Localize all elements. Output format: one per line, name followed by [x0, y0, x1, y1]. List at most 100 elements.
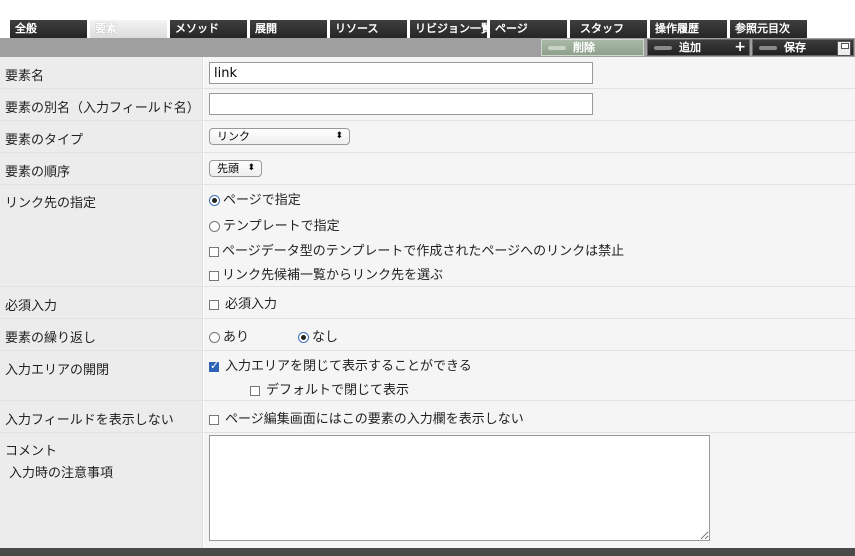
comment-textarea[interactable]: [209, 435, 710, 541]
add-label: 追加: [679, 41, 701, 54]
select-arrows-icon: ⬍: [247, 163, 255, 173]
row-required: 必須入力 必須入力: [0, 287, 855, 319]
radio-page[interactable]: ページで指定: [209, 189, 301, 208]
checkbox-hide-field[interactable]: ページ編集画面にはこの要素の入力欄を表示しない: [209, 408, 524, 427]
row-element-order: 要素の順序 先頭 ⬍: [0, 153, 855, 185]
radio-repeat-yes[interactable]: あり: [209, 326, 250, 345]
row-value: [204, 89, 855, 120]
row-value: リンク ⬍: [204, 121, 855, 152]
row-link-target: リンク先の指定 ページで指定 テンプレートで指定 ページデータ型のテンプレートで…: [0, 185, 855, 287]
select-arrows-icon: ⬍: [335, 131, 343, 141]
checkbox-icon: [209, 299, 219, 310]
checkbox-checked-icon: [209, 359, 219, 372]
row-label: コメント 入力時の注意事項: [0, 433, 203, 548]
tab-elements-label: 要素: [95, 22, 117, 35]
tab-expand[interactable]: 展開: [250, 20, 328, 38]
checkbox-required-label: 必須入力: [225, 297, 278, 312]
checkbox-hide-field-label: ページ編集画面にはこの要素の入力欄を表示しない: [225, 412, 524, 427]
row-value: 入力エリアを閉じて表示することができる デフォルトで閉じて表示: [204, 351, 855, 400]
tab-elements[interactable]: 要素: [90, 20, 168, 38]
checkbox-collapsible[interactable]: 入力エリアを閉じて表示することができる: [209, 355, 472, 374]
element-alias-input[interactable]: [209, 93, 593, 115]
checkbox-candidates[interactable]: リンク先候補一覧からリンク先を選ぶ: [209, 264, 444, 283]
checkbox-icon: [209, 246, 219, 257]
checkbox-icon: [209, 270, 219, 281]
tab-references[interactable]: 参照元目次: [730, 20, 808, 38]
element-name-label: 要素名: [5, 69, 45, 84]
tab-staff[interactable]: スタッフ: [570, 20, 648, 38]
row-label: 要素の繰り返し: [0, 319, 203, 350]
checkbox-icon: [250, 385, 260, 396]
tab-methods[interactable]: メソッド: [170, 20, 248, 38]
checkbox-collapsible-label: 入力エリアを閉じて表示することができる: [225, 359, 472, 374]
row-label: 入力エリアの開閉: [0, 351, 203, 400]
checkbox-candidates-label: リンク先候補一覧からリンク先を選ぶ: [222, 268, 444, 283]
tab-revisions[interactable]: リビジョン一覧: [410, 20, 488, 38]
row-element-name: 要素名: [0, 57, 855, 89]
plus-icon: +: [734, 39, 746, 55]
delete-label: 削除: [573, 41, 595, 54]
checkbox-icon: [209, 414, 219, 425]
element-form: 要素名 要素の別名（入力フィールド名） 要素のタイプ リンク ⬍ 要素の順序 先…: [0, 57, 855, 548]
minus-icon: [548, 46, 566, 50]
required-label: 必須入力: [5, 299, 58, 314]
hide-field-label: 入力フィールドを表示しない: [5, 413, 174, 428]
row-label: 要素のタイプ: [0, 121, 203, 152]
comment-sublabel: 入力時の注意事項: [9, 466, 114, 481]
radio-repeat-yes-label: あり: [223, 330, 250, 345]
row-value: あり なし: [204, 319, 855, 350]
repeat-label: 要素の繰り返し: [5, 331, 97, 346]
checkbox-required[interactable]: 必須入力: [209, 293, 278, 312]
radio-selected-icon: [298, 332, 309, 343]
row-label: 必須入力: [0, 287, 203, 318]
radio-unselected-icon: [209, 332, 220, 343]
disk-icon: [837, 41, 851, 56]
row-value: ページ編集画面にはこの要素の入力欄を表示しない: [204, 401, 855, 432]
element-order-select[interactable]: 先頭 ⬍: [209, 160, 262, 177]
tab-pages[interactable]: ページ: [490, 20, 568, 38]
checkbox-default-closed-label: デフォルトで閉じて表示: [266, 383, 410, 398]
row-label: リンク先の指定: [0, 185, 203, 286]
radio-repeat-no[interactable]: なし: [298, 326, 339, 345]
save-label: 保存: [784, 41, 806, 54]
row-value: 先頭 ⬍: [204, 153, 855, 184]
row-label: 要素の順序: [0, 153, 203, 184]
add-button[interactable]: 追加 +: [647, 39, 750, 56]
element-type-label: 要素のタイプ: [5, 133, 84, 148]
save-button[interactable]: 保存: [752, 39, 854, 56]
row-label: 要素の別名（入力フィールド名）: [0, 89, 203, 120]
row-comment: コメント 入力時の注意事項: [0, 433, 855, 548]
row-value: [204, 57, 855, 88]
radio-template-label: テンプレートで指定: [223, 219, 340, 234]
row-repeat: 要素の繰り返し あり なし: [0, 319, 855, 351]
checkbox-forbid-label: ページデータ型のテンプレートで作成されたページへのリンクは禁止: [222, 244, 625, 259]
radio-template[interactable]: テンプレートで指定: [209, 215, 340, 234]
tab-bar: 全般 要素 メソッド 展開 リソース リビジョン一覧 ページ スタッフ 操作履歴…: [0, 0, 855, 38]
element-name-input[interactable]: [209, 62, 593, 84]
radio-page-label: ページで指定: [223, 193, 301, 208]
element-order-value: 先頭: [217, 162, 239, 175]
radio-selected-icon: [209, 195, 220, 206]
row-collapse: 入力エリアの開閉 入力エリアを閉じて表示することができる デフォルトで閉じて表示: [0, 351, 855, 401]
delete-button[interactable]: 削除: [541, 39, 644, 56]
row-value: ページで指定 テンプレートで指定 ページデータ型のテンプレートで作成されたページ…: [204, 185, 855, 286]
row-hide-field: 入力フィールドを表示しない ページ編集画面にはこの要素の入力欄を表示しない: [0, 401, 855, 433]
link-target-label: リンク先の指定: [5, 196, 97, 211]
tab-resources[interactable]: リソース: [330, 20, 408, 38]
row-value: [204, 433, 855, 548]
footer-bar: [0, 548, 855, 556]
row-label: 入力フィールドを表示しない: [0, 401, 203, 432]
tab-history[interactable]: 操作履歴: [650, 20, 728, 38]
element-alias-label: 要素の別名（入力フィールド名）: [5, 101, 200, 116]
checkbox-forbid-page-data-links[interactable]: ページデータ型のテンプレートで作成されたページへのリンクは禁止: [209, 240, 625, 259]
element-type-select[interactable]: リンク ⬍: [209, 128, 350, 145]
row-label: 要素名: [0, 57, 203, 88]
radio-repeat-no-label: なし: [312, 330, 339, 345]
tab-general[interactable]: 全般: [10, 20, 88, 38]
element-order-label: 要素の順序: [5, 165, 71, 180]
row-value: 必須入力: [204, 287, 855, 318]
toolbar: 削除 追加 + 保存: [0, 38, 855, 57]
checkbox-default-closed[interactable]: デフォルトで閉じて表示: [250, 379, 410, 398]
comment-label: コメント: [5, 444, 58, 459]
minus-icon: [654, 46, 672, 50]
